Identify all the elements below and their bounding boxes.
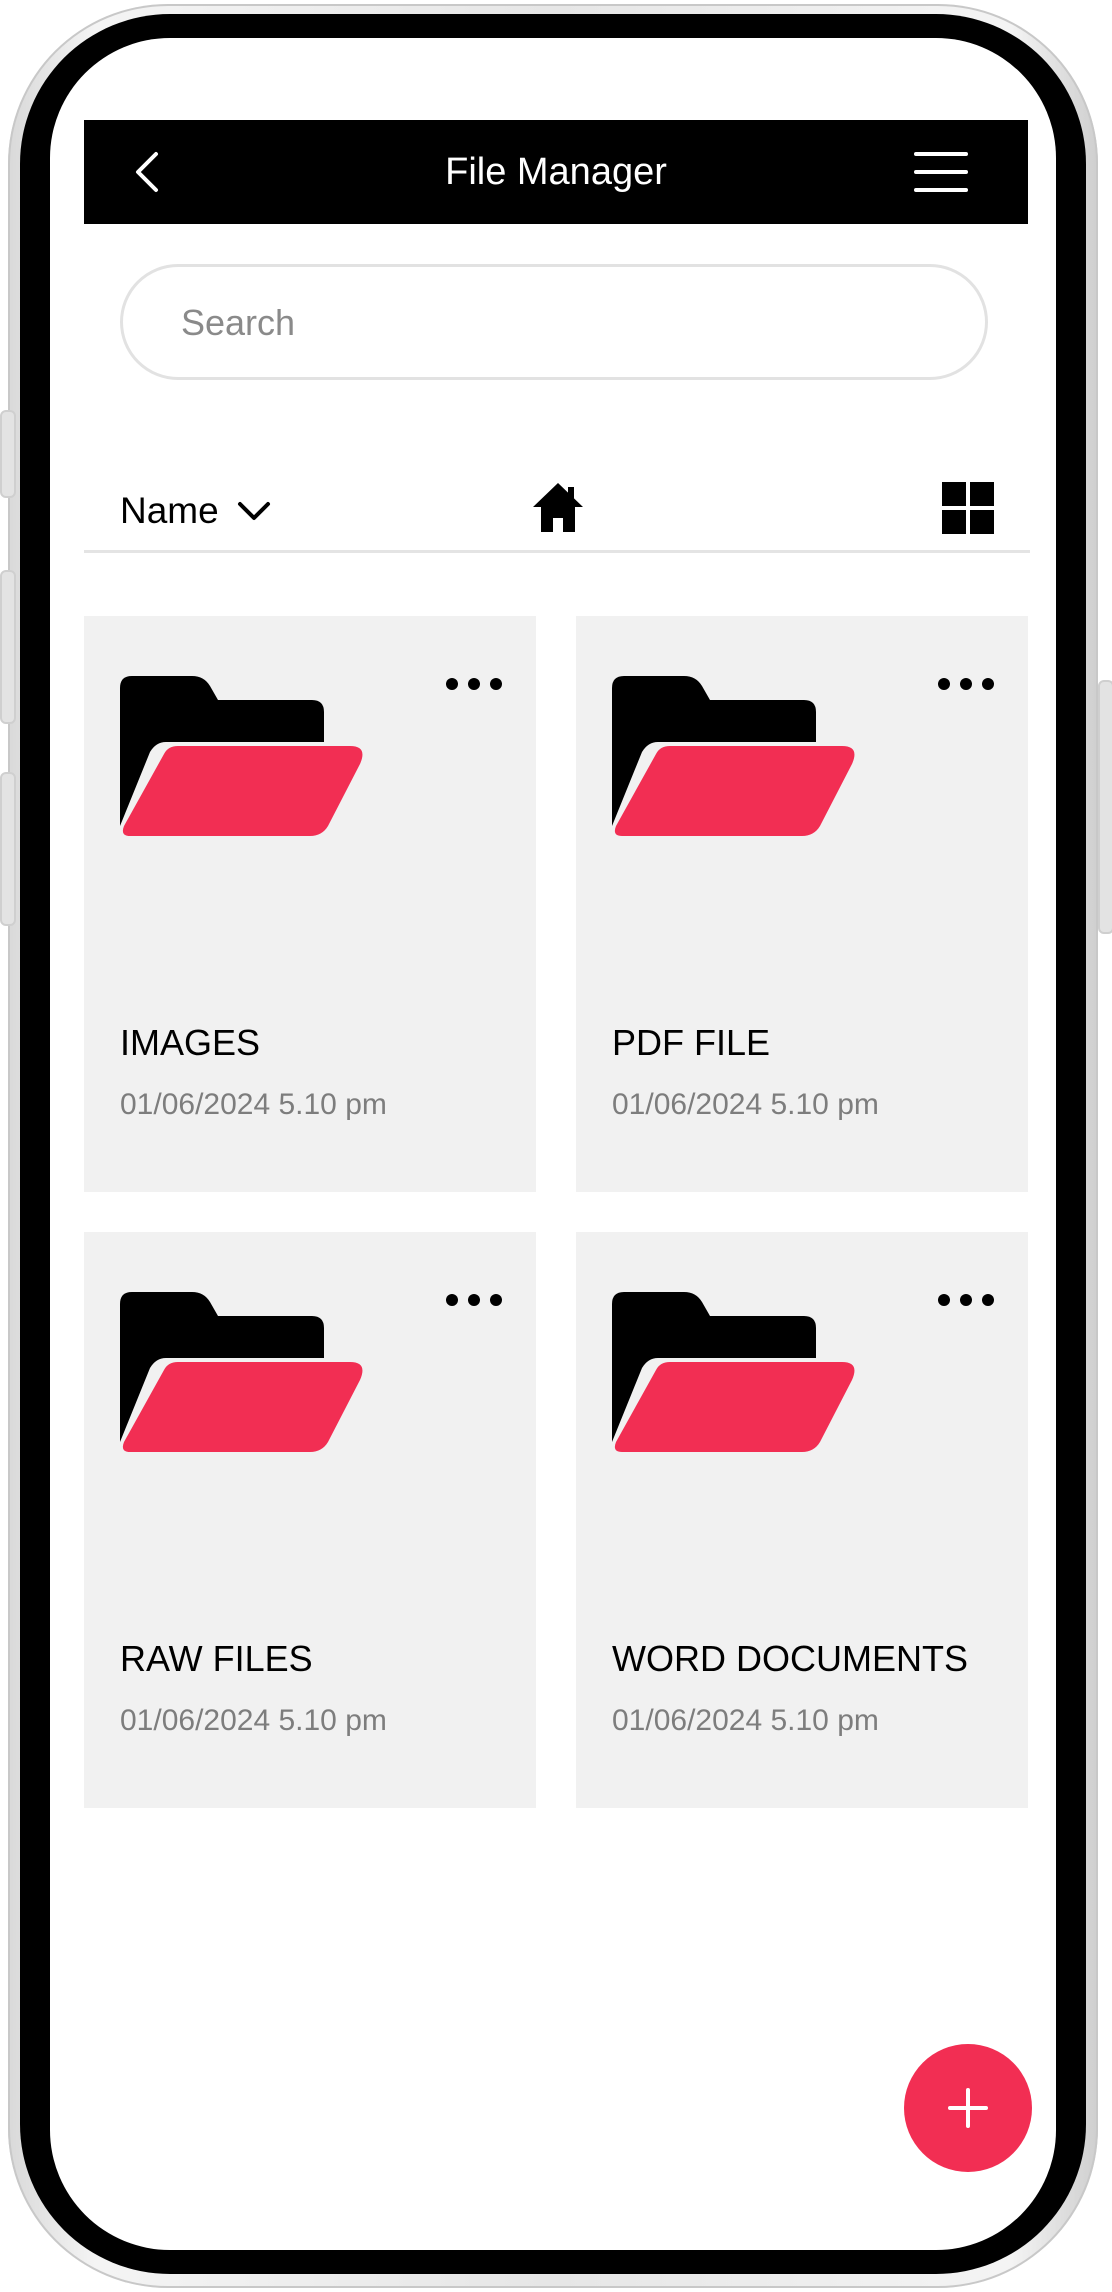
add-button[interactable] bbox=[904, 2044, 1032, 2172]
folder-card-raw-files[interactable]: RAW FILES 01/06/2024 5.10 pm bbox=[84, 1232, 536, 1808]
more-options-button[interactable] bbox=[938, 1288, 994, 1312]
folder-card-pdf-file[interactable]: PDF FILE 01/06/2024 5.10 pm bbox=[576, 616, 1028, 1192]
home-button[interactable] bbox=[530, 480, 586, 536]
folder-open-icon bbox=[612, 1292, 855, 1452]
more-options-button[interactable] bbox=[446, 672, 502, 696]
plus-icon bbox=[948, 2088, 988, 2128]
folder-open-icon bbox=[120, 1292, 363, 1452]
grid-view-button[interactable] bbox=[940, 480, 996, 536]
folder-name: IMAGES bbox=[120, 1022, 261, 1063]
phone-side-button bbox=[0, 410, 16, 498]
folder-date: 01/06/2024 5.10 pm bbox=[612, 1088, 879, 1121]
folder-name: PDF FILE bbox=[612, 1022, 771, 1063]
folder-name: RAW FILES bbox=[120, 1638, 313, 1679]
menu-button[interactable] bbox=[914, 150, 968, 194]
more-options-button[interactable] bbox=[446, 1288, 502, 1312]
sort-label: Name bbox=[120, 490, 219, 531]
folder-open-icon bbox=[120, 676, 363, 836]
folder-date: 01/06/2024 5.10 pm bbox=[120, 1088, 387, 1121]
phone-side-button bbox=[1098, 680, 1112, 934]
home-icon bbox=[533, 483, 583, 532]
sort-dropdown[interactable]: Name bbox=[120, 486, 271, 536]
toolbar-divider bbox=[84, 550, 1030, 553]
folder-card-word-documents[interactable]: WORD DOCUMENTS 01/06/2024 5.10 pm bbox=[576, 1232, 1028, 1808]
search-bar bbox=[120, 264, 988, 380]
folder-open-icon bbox=[612, 676, 855, 836]
folder-date: 01/06/2024 5.10 pm bbox=[612, 1704, 879, 1737]
grid-view-icon bbox=[942, 482, 994, 534]
phone-side-button bbox=[0, 772, 16, 926]
more-options-button[interactable] bbox=[938, 672, 994, 696]
folder-date: 01/06/2024 5.10 pm bbox=[120, 1704, 387, 1737]
folder-name: WORD DOCUMENTS bbox=[612, 1638, 968, 1679]
toolbar: Name bbox=[84, 470, 1030, 554]
phone-side-button bbox=[0, 570, 16, 724]
search-input[interactable] bbox=[179, 267, 943, 379]
app-header: File Manager bbox=[84, 120, 1028, 224]
folder-card-images[interactable]: IMAGES 01/06/2024 5.10 pm bbox=[84, 616, 536, 1192]
page-title: File Manager bbox=[445, 151, 667, 193]
chevron-down-icon bbox=[237, 502, 270, 520]
